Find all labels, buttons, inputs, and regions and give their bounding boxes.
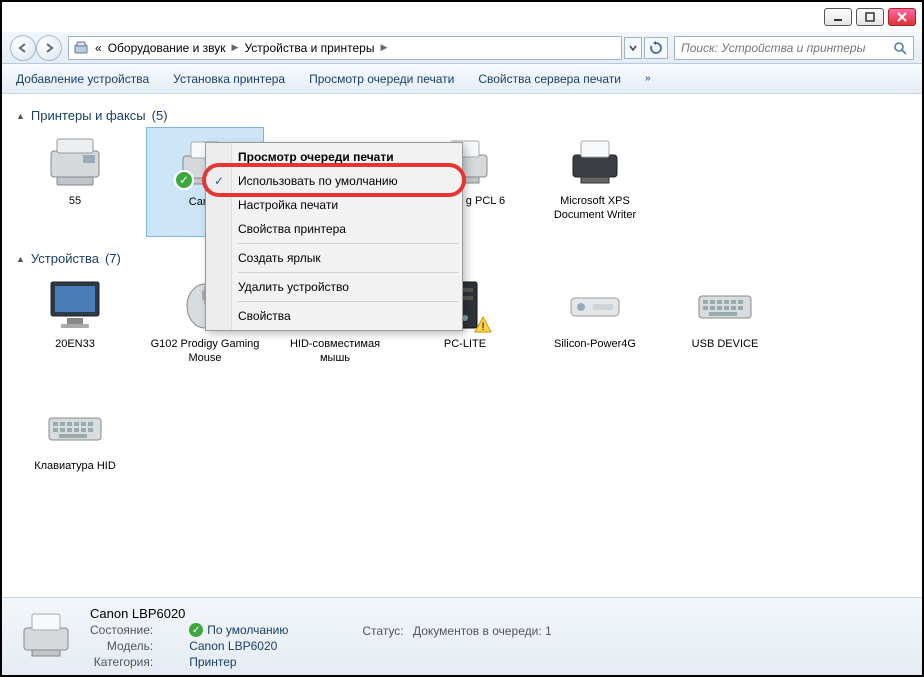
item-label: 55 — [69, 195, 81, 209]
close-button[interactable] — [888, 8, 916, 26]
details-key: Категория: — [90, 655, 159, 669]
collapse-icon: ▲ — [16, 254, 25, 264]
cm-use-default[interactable]: ✓ Использовать по умолчанию — [208, 169, 460, 193]
device-item[interactable]: Silicon-Power4G — [536, 270, 654, 380]
details-key: Статус: — [362, 624, 409, 638]
details-model: Canon LBP6020 — [189, 639, 288, 653]
nav-forward-button[interactable] — [36, 35, 62, 61]
monitor-icon — [40, 274, 110, 334]
devices-icon — [73, 40, 89, 56]
item-label: HID-совместимая мышь — [276, 338, 394, 366]
device-item[interactable]: 20EN33 — [16, 270, 134, 380]
nav-back-button[interactable] — [10, 35, 36, 61]
item-label: USB DEVICE — [692, 338, 759, 352]
check-icon: ✓ — [189, 623, 203, 637]
printer-icon — [16, 606, 76, 664]
collapse-icon: ▲ — [16, 111, 25, 121]
mfp-printer-icon — [40, 131, 110, 191]
breadcrumb-prefix: « — [95, 41, 102, 55]
breadcrumb-item[interactable]: Оборудование и звук — [108, 41, 226, 55]
default-check-badge: ✓ — [174, 170, 194, 190]
chevron-right-icon: ▶ — [232, 42, 239, 53]
breadcrumb[interactable]: « Оборудование и звук ▶ Устройства и при… — [68, 36, 622, 60]
details-value: По умолчанию — [207, 623, 288, 637]
keyboard-icon — [690, 274, 760, 334]
warning-badge: ! — [474, 316, 492, 334]
details-status: Документов в очереди: 1 — [413, 624, 552, 638]
refresh-button[interactable] — [644, 37, 668, 59]
item-label: G102 Prodigy Gaming Mouse — [146, 338, 264, 366]
device-item[interactable]: USB DEVICE — [666, 270, 784, 380]
item-label: 20EN33 — [55, 338, 95, 352]
item-label: Silicon-Power4G — [554, 338, 636, 352]
minimize-button[interactable] — [824, 8, 852, 26]
cm-print-setup[interactable]: Настройка печати — [208, 193, 460, 217]
context-menu: Просмотр очереди печати ✓ Использовать п… — [205, 142, 463, 331]
group-count: (5) — [152, 108, 168, 123]
check-icon: ✓ — [214, 174, 224, 188]
details-state: ✓ По умолчанию — [189, 623, 288, 637]
cm-remove-device[interactable]: Удалить устройство — [208, 275, 460, 299]
search-icon[interactable] — [893, 41, 907, 55]
details-pane: Canon LBP6020 Состояние: ✓ По умолчанию … — [2, 597, 922, 675]
menu-separator — [238, 243, 458, 244]
chevron-right-icon: ▶ — [380, 42, 387, 53]
details-category: Принтер — [189, 655, 288, 669]
printer-item[interactable]: Microsoft XPS Document Writer — [536, 127, 654, 237]
toolbar-view-queue[interactable]: Просмотр очереди печати — [309, 72, 454, 86]
printer-icon — [560, 131, 630, 191]
item-label: Microsoft XPS Document Writer — [536, 195, 654, 223]
menu-separator — [238, 272, 458, 273]
details-key: Модель: — [90, 639, 159, 653]
cm-printer-props[interactable]: Свойства принтера — [208, 217, 460, 241]
details-key: Состояние: — [90, 623, 159, 637]
toolbar-server-props[interactable]: Свойства сервера печати — [478, 72, 621, 86]
group-count: (7) — [105, 251, 121, 266]
breadcrumb-dropdown-button[interactable] — [624, 37, 642, 59]
details-title: Canon LBP6020 — [90, 606, 318, 621]
maximize-button[interactable] — [856, 8, 884, 26]
item-label: Клавиатура HID — [34, 460, 116, 474]
search-box[interactable] — [674, 36, 914, 60]
drive-icon — [560, 274, 630, 334]
cm-create-shortcut[interactable]: Создать ярлык — [208, 246, 460, 270]
navigation-bar: « Оборудование и звук ▶ Устройства и при… — [2, 32, 922, 64]
keyboard-icon — [40, 396, 110, 456]
search-input[interactable] — [681, 41, 893, 55]
command-toolbar: Добавление устройства Установка принтера… — [2, 64, 922, 94]
toolbar-add-device[interactable]: Добавление устройства — [16, 72, 149, 86]
group-title: Устройства — [31, 251, 99, 266]
cm-label: Использовать по умолчанию — [238, 174, 398, 188]
toolbar-add-printer[interactable]: Установка принтера — [173, 72, 285, 86]
item-label: PC-LITE — [444, 338, 486, 352]
svg-text:!: ! — [481, 321, 484, 333]
toolbar-overflow-button[interactable]: » — [645, 73, 651, 84]
breadcrumb-item[interactable]: Устройства и принтеры — [244, 41, 374, 55]
group-header-printers[interactable]: ▲ Принтеры и факсы (5) — [16, 108, 908, 123]
menu-separator — [238, 301, 458, 302]
group-title: Принтеры и факсы — [31, 108, 146, 123]
device-item[interactable]: Клавиатура HID — [16, 392, 134, 502]
printer-item[interactable]: 55 — [16, 127, 134, 237]
cm-view-queue[interactable]: Просмотр очереди печати — [208, 145, 460, 169]
cm-properties[interactable]: Свойства — [208, 304, 460, 328]
